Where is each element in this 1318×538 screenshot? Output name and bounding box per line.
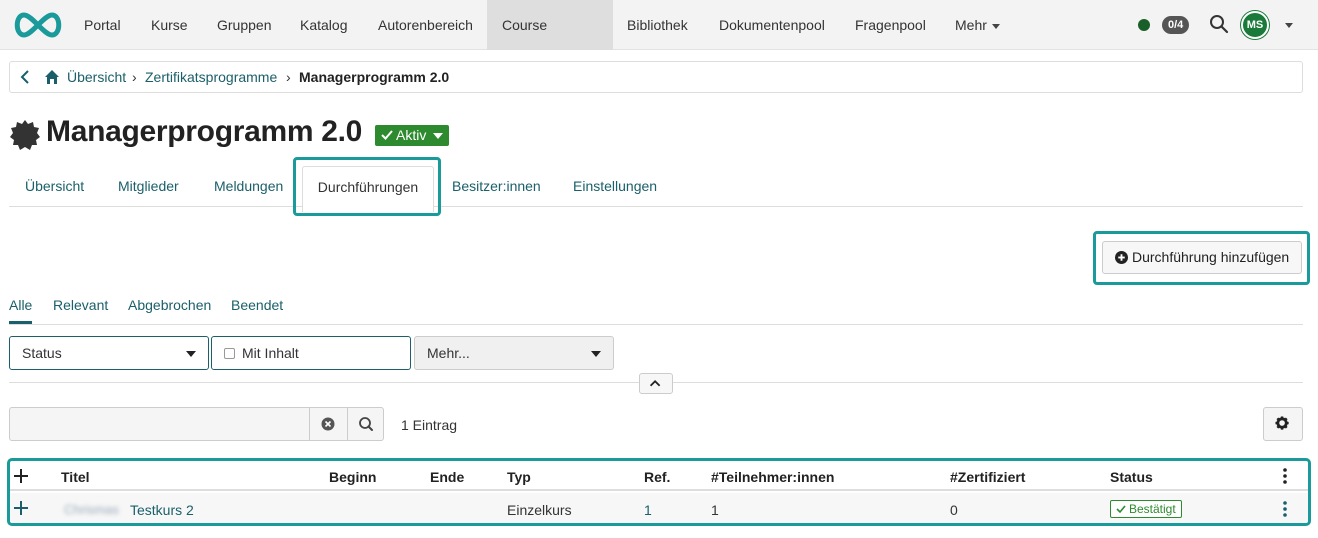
breadcrumb-certificate-programs[interactable]: Zertifikatsprogramme [145,69,277,85]
result-count: 1 Eintrag [401,417,458,433]
add-execution-button[interactable]: Durchführung hinzufügen [1102,241,1302,274]
content-filter-toggle[interactable]: Mit Inhalt [211,336,411,370]
content-filter-label: Mit Inhalt [242,345,299,361]
expand-row-plus-icon[interactable] [14,501,28,515]
tab-reports[interactable]: Meldungen [214,178,283,194]
tab-members[interactable]: Mitglieder [118,178,179,194]
clear-search-button[interactable] [309,408,347,440]
chevron-up-icon [649,379,661,387]
row-ref-link[interactable]: 1 [644,502,652,518]
nav-mehr[interactable]: Mehr [940,0,1015,50]
chevron-left-icon[interactable] [18,68,34,86]
col-header-certified[interactable]: #Zertifiziert [950,469,1025,485]
gear-icon [1275,416,1289,430]
infinity-logo-icon[interactable] [10,10,66,40]
column-options-kebab-icon[interactable] [1283,468,1287,484]
status-badge-label: Bestätigt [1129,502,1176,516]
chevron-down-icon [186,351,196,357]
row-title-link[interactable]: Testkurs 2 [130,502,194,518]
chevron-down-icon [591,351,601,357]
active-filter-tab-indicator [9,321,32,324]
search-button[interactable] [347,408,384,440]
online-status-icon[interactable] [1138,19,1150,31]
breadcrumb-separator-icon: › [286,69,291,85]
page-title: Managerprogramm 2.0 [46,115,363,148]
status-dropdown-button[interactable]: Aktiv [375,125,450,146]
breadcrumb-current: Managerprogramm 2.0 [299,69,450,85]
notification-count-badge[interactable]: 0/4 [1162,16,1190,34]
user-menu-chevron-icon[interactable] [1285,23,1293,28]
row-participants: 1 [711,502,719,518]
checkbox-icon[interactable] [224,348,235,359]
more-filters-select[interactable]: Mehr... [414,336,614,370]
row-type: Einzelkurs [507,502,572,518]
add-execution-label: Durchführung hinzufügen [1132,249,1290,265]
nav-katalog[interactable]: Katalog [285,0,362,50]
status-filter-select[interactable]: Status [9,336,209,370]
search-box [9,407,384,441]
col-header-begin[interactable]: Beginn [329,469,376,485]
breadcrumb-overview[interactable]: Übersicht [67,69,126,85]
plus-circle-icon [1115,251,1128,264]
nav-mehr-label: Mehr [955,17,987,33]
nav-gruppen[interactable]: Gruppen [202,0,286,50]
clear-icon [321,417,335,431]
col-header-status[interactable]: Status [1110,469,1153,485]
col-header-end[interactable]: Ende [430,469,464,485]
more-filters-label: Mehr... [427,345,470,361]
check-icon [381,130,393,140]
chevron-down-icon [433,133,444,140]
tab-overview[interactable]: Übersicht [25,178,84,194]
col-header-participants[interactable]: #Teilnehmer:innen [711,469,834,485]
col-header-ref[interactable]: Ref. [644,469,670,485]
search-input[interactable] [10,408,310,440]
blurred-title-prefix: Chrismas [64,502,119,517]
search-icon[interactable] [1209,14,1229,34]
expand-all-plus-icon[interactable] [14,469,28,483]
filter-tab-all[interactable]: Alle [9,297,32,313]
row-actions-kebab-icon[interactable] [1283,501,1287,517]
tab-executions[interactable]: Durchführungen [302,166,434,212]
tab-settings[interactable]: Einstellungen [573,178,657,194]
filter-tabs-divider [9,324,1303,325]
col-header-title[interactable]: Titel [61,469,90,485]
nav-bibliothek[interactable]: Bibliothek [612,0,703,50]
breadcrumb-separator-icon: › [132,69,137,85]
tabs-divider [9,206,1303,207]
status-badge: Bestätigt [1110,500,1182,518]
nav-portal[interactable]: Portal [69,0,136,50]
breadcrumb: Übersicht › Zertifikatsprogramme › Manag… [9,61,1303,93]
filter-tab-cancelled[interactable]: Abgebrochen [128,297,211,313]
nav-kurse[interactable]: Kurse [136,0,203,50]
filter-tab-finished[interactable]: Beendet [231,297,283,313]
top-navbar: Portal Kurse Gruppen Katalog Autorenbere… [0,0,1318,83]
home-icon[interactable] [44,69,60,85]
nav-autorenbereich[interactable]: Autorenbereich [363,0,488,50]
nav-dokumentenpool[interactable]: Dokumentenpool [704,0,840,50]
collapse-filters-button[interactable] [639,373,673,394]
chevron-down-icon [991,23,1000,29]
check-icon [1116,505,1126,514]
user-avatar[interactable]: MS [1241,11,1269,39]
status-label: Aktiv [396,127,427,143]
tab-owners[interactable]: Besitzer:innen [452,178,541,194]
nav-course-planner[interactable]: Course Planner [487,0,613,83]
certificate-seal-icon [10,120,40,150]
table-settings-button[interactable] [1263,407,1303,441]
filter-tab-relevant[interactable]: Relevant [53,297,108,313]
nav-fragenpool[interactable]: Fragenpool [840,0,941,50]
col-header-type[interactable]: Typ [507,469,531,485]
status-filter-label: Status [22,345,62,361]
row-certified: 0 [950,502,958,518]
search-icon [359,417,373,431]
